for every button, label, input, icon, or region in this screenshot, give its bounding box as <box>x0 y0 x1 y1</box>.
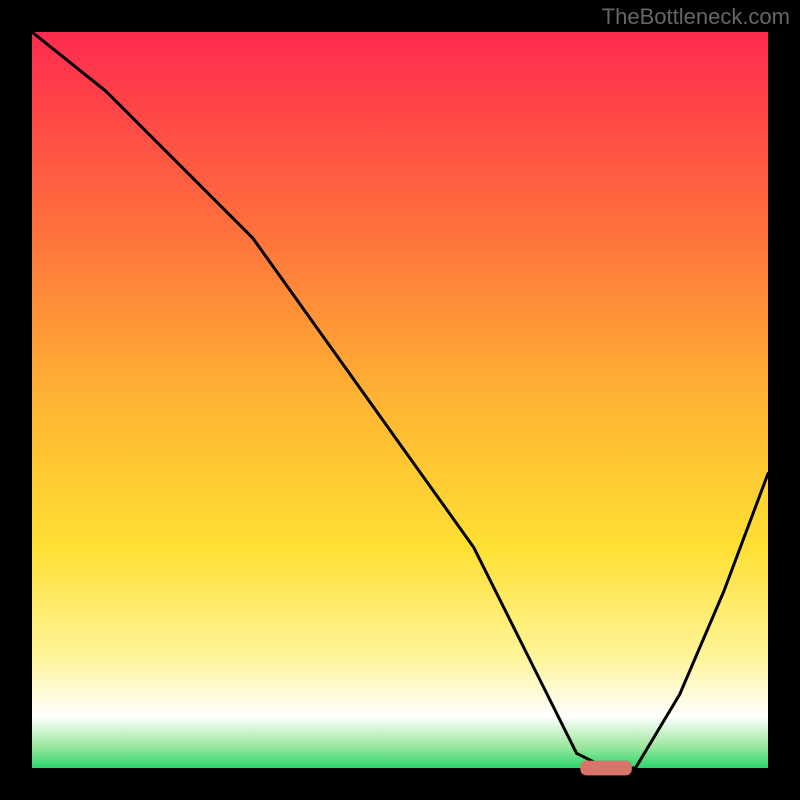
chart-container: TheBottleneck.com <box>0 0 800 800</box>
watermark-label: TheBottleneck.com <box>602 4 790 30</box>
plot-background <box>32 32 768 768</box>
bottleneck-chart <box>0 0 800 800</box>
optimal-marker <box>580 761 632 776</box>
